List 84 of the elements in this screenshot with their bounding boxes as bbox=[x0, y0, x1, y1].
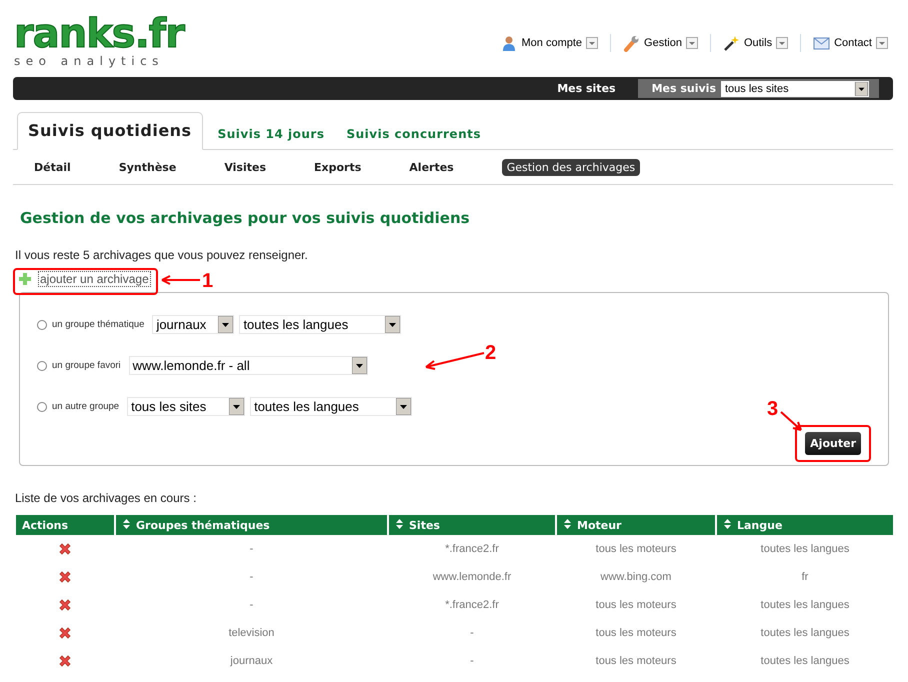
subnav-tab[interactable]: Alertes bbox=[409, 160, 454, 174]
delete-icon bbox=[58, 598, 72, 612]
radio-label: un groupe favori bbox=[52, 360, 121, 371]
annotation-number: 2 bbox=[485, 343, 496, 363]
wrench-icon bbox=[623, 34, 640, 52]
delete-icon bbox=[58, 626, 72, 640]
table-cell: toutes les langues bbox=[760, 543, 850, 555]
add-button[interactable]: Ajouter bbox=[805, 432, 861, 455]
menu-link[interactable]: Mon compte bbox=[522, 37, 582, 49]
subnav-tab[interactable]: Exports bbox=[314, 160, 362, 174]
sort-icon bbox=[563, 518, 572, 530]
column-header[interactable]: Langue bbox=[717, 515, 893, 535]
column-header: Actions bbox=[16, 515, 114, 535]
sort-icon bbox=[723, 518, 732, 530]
table-cell: tous les moteurs bbox=[596, 543, 676, 555]
annotation-number: 1 bbox=[202, 271, 214, 291]
column-header[interactable]: Sites bbox=[389, 515, 555, 535]
table-cell: toutes les langues bbox=[760, 655, 850, 667]
table-cell: - bbox=[470, 655, 474, 667]
dropdown-arrow-icon bbox=[218, 316, 234, 333]
envelope-icon bbox=[813, 34, 830, 52]
table-cell: tous les moteurs bbox=[596, 655, 676, 667]
person-icon bbox=[500, 34, 518, 52]
dropdown-arrow-icon bbox=[352, 357, 367, 374]
menu-link[interactable]: Outils bbox=[744, 37, 772, 49]
delete-icon bbox=[58, 542, 72, 556]
site-dropdown[interactable]: tous les sites bbox=[721, 80, 869, 96]
dropdown[interactable]: www.lemonde.fr - all bbox=[128, 356, 368, 375]
info-text: Il vous reste 5 archivages que vous pouvez renseigner. bbox=[15, 248, 309, 262]
plus-icon bbox=[18, 272, 32, 286]
table-cell: - bbox=[250, 543, 254, 555]
table-cell: journaux bbox=[230, 655, 273, 667]
tab[interactable]: Suivis 14 jours bbox=[206, 127, 336, 149]
sort-icon bbox=[395, 518, 404, 530]
dropdown-arrow-icon bbox=[854, 82, 869, 96]
nav-link[interactable]: Mes sites bbox=[557, 82, 616, 95]
radio-label: un autre groupe bbox=[52, 401, 120, 412]
page-heading: Gestion de vos archivages pour vos suivis quotidiens bbox=[20, 209, 471, 227]
magic-wand-icon bbox=[722, 34, 740, 52]
subnav-tab[interactable]: Synthèse bbox=[118, 160, 176, 174]
table-cell: - bbox=[470, 627, 474, 639]
subnav-tab[interactable]: Détail bbox=[34, 160, 71, 174]
logo-tagline: seo analytics bbox=[14, 54, 165, 68]
subnav-tab[interactable]: Visites bbox=[224, 160, 266, 174]
dropdown[interactable]: toutes les langues bbox=[239, 315, 402, 334]
table-cell: *.france2.fr bbox=[445, 543, 499, 555]
add-link[interactable]: ajouter un archivage bbox=[38, 271, 151, 287]
dropdown[interactable]: tous les sites bbox=[127, 397, 246, 416]
dropdown[interactable]: toutes les langues bbox=[250, 397, 412, 416]
dropdown-arrow-icon bbox=[396, 398, 412, 415]
table-cell: fr bbox=[802, 571, 808, 583]
menu-link[interactable]: Gestion bbox=[644, 37, 682, 49]
menu-link[interactable]: Contact bbox=[834, 37, 872, 49]
table-cell: toutes les langues bbox=[760, 599, 850, 611]
radio-button[interactable] bbox=[37, 402, 47, 412]
radio-button[interactable] bbox=[37, 320, 47, 330]
radio-label: un groupe thématique bbox=[52, 319, 144, 330]
table-cell: www.bing.com bbox=[600, 571, 672, 583]
table-cell: www.lemonde.fr bbox=[432, 571, 512, 583]
dropdown-arrow-icon bbox=[385, 316, 400, 333]
annotation-number: 3 bbox=[767, 399, 778, 419]
list-title: Liste de vos archivages en cours : bbox=[15, 491, 198, 505]
table-cell: toutes les langues bbox=[760, 627, 850, 639]
table-cell: - bbox=[250, 599, 254, 611]
tab[interactable]: Suivis quotidiens bbox=[17, 112, 203, 150]
table-cell: tous les moteurs bbox=[596, 599, 676, 611]
subnav-tab[interactable]: Gestion des archivages bbox=[502, 158, 640, 176]
table-cell: tous les moteurs bbox=[596, 627, 676, 639]
table-cell: television bbox=[228, 627, 274, 639]
column-header[interactable]: Groupes thématiques bbox=[116, 515, 387, 535]
delete-icon bbox=[58, 654, 72, 668]
arrow bbox=[160, 274, 202, 286]
dropdown-arrow-icon bbox=[229, 398, 244, 415]
arrow bbox=[424, 350, 486, 370]
tab[interactable]: Suivis concurrents bbox=[335, 127, 492, 149]
sort-icon bbox=[122, 518, 131, 530]
column-header[interactable]: Moteur bbox=[557, 515, 715, 535]
suivis-label: Mes suivis bbox=[652, 82, 716, 95]
radio-button[interactable] bbox=[37, 360, 47, 370]
delete-icon bbox=[58, 570, 72, 584]
dropdown[interactable]: journaux bbox=[152, 315, 234, 334]
table-cell: - bbox=[250, 571, 254, 583]
table-cell: *.france2.fr bbox=[445, 599, 499, 611]
logo[interactable]: ranks.fr bbox=[14, 12, 184, 56]
